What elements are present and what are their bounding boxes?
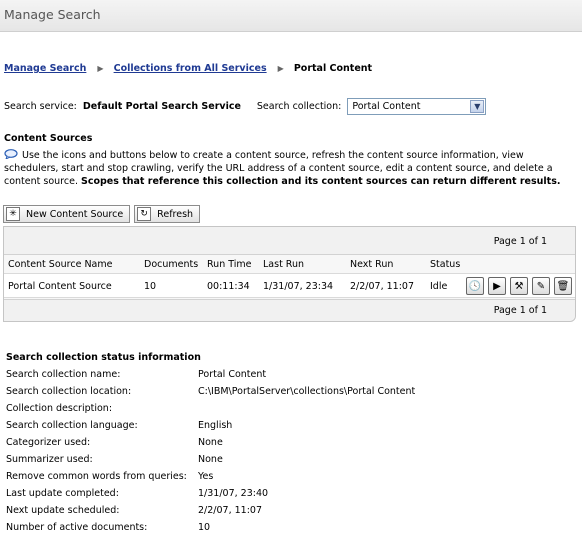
wrench-icon[interactable]: ⚒ — [510, 277, 528, 295]
title-bar: Manage Search — [0, 0, 582, 32]
toolbar: ✳ New Content Source ↻ Refresh — [3, 205, 201, 223]
info-key: Remove common words from queries: — [6, 471, 187, 482]
info-row: Remove common words from queries: Yes — [6, 468, 566, 485]
pager-top: Page 1 of 1 — [4, 227, 575, 255]
clock-icon[interactable]: 🕓 — [466, 277, 484, 295]
column-header-last-run: Last Run — [263, 259, 305, 270]
cell-documents: 10 — [144, 281, 157, 292]
breadcrumb-link-collections[interactable]: Collections from All Services — [114, 63, 267, 74]
search-collection-selected: Portal Content — [352, 100, 421, 112]
refresh-label: Refresh — [157, 208, 194, 220]
info-key: Collection description: — [6, 403, 113, 414]
info-row: Search collection language: English — [6, 417, 566, 434]
new-content-source-button[interactable]: ✳ New Content Source — [3, 205, 131, 223]
info-row: Next update scheduled: 2/2/07, 11:07 — [6, 502, 566, 519]
new-content-source-label: New Content Source — [26, 208, 124, 220]
search-service-value: Default Portal Search Service — [82, 100, 241, 112]
window-title: Manage Search — [4, 7, 101, 22]
status-info-list: Search collection name: Portal Content Se… — [6, 366, 566, 536]
breadcrumb-separator-icon: ▶ — [97, 64, 104, 73]
info-value: English — [198, 420, 233, 431]
column-header-next-run: Next Run — [350, 259, 394, 270]
info-value: Portal Content — [198, 369, 267, 380]
content-sources-title: Content Sources — [4, 133, 93, 144]
service-row: Search service: Default Portal Search Se… — [4, 97, 487, 115]
info-value: 2/2/07, 11:07 — [198, 505, 262, 516]
breadcrumb-link-manage-search[interactable]: Manage Search — [4, 63, 86, 74]
info-row: Summarizer used: None — [6, 451, 566, 468]
speech-bubble-icon — [4, 149, 18, 159]
trash-icon[interactable]: 🗑 — [554, 277, 572, 295]
info-row: Categorizer used: None — [6, 434, 566, 451]
refresh-button[interactable]: ↻ Refresh — [134, 205, 201, 223]
status-info-title: Search collection status information — [6, 352, 201, 363]
info-row: Number of active documents: 10 — [6, 519, 566, 536]
info-key: Last update completed: — [6, 488, 119, 499]
table-row: Portal Content Source 10 00:11:34 1/31/0… — [4, 273, 575, 298]
help-text-bold: Scopes that reference this collection an… — [81, 176, 561, 187]
info-row: Collection description: — [6, 400, 566, 417]
cell-status: Idle — [430, 281, 448, 292]
info-row: Search collection name: Portal Content — [6, 366, 566, 383]
info-row: Search collection location: C:\IBM\Portal… — [6, 383, 566, 400]
info-key: Search collection language: — [6, 420, 138, 431]
breadcrumb-current: Portal Content — [293, 63, 373, 74]
row-actions: 🕓 ▶ ⚒ ✎ 🗑 — [466, 277, 572, 295]
pager-bottom: Page 1 of 1 — [4, 299, 575, 321]
info-key: Next update scheduled: — [6, 505, 120, 516]
column-header-documents: Documents — [144, 259, 199, 270]
info-key: Summarizer used: — [6, 454, 93, 465]
content-sources-table: Page 1 of 1 Content Source Name Document… — [3, 226, 576, 322]
info-key: Number of active documents: — [6, 522, 148, 533]
chevron-down-icon[interactable]: ▼ — [470, 99, 485, 113]
column-header-run-time: Run Time — [207, 259, 252, 270]
cell-source-name: Portal Content Source — [8, 281, 112, 292]
info-value: None — [198, 454, 223, 465]
breadcrumb: Manage Search ▶ Collections from All Ser… — [4, 63, 372, 74]
edit-icon[interactable]: ✎ — [532, 277, 550, 295]
cell-last-run: 1/31/07, 23:34 — [263, 281, 334, 292]
info-value: None — [198, 437, 223, 448]
info-key: Search collection location: — [6, 386, 132, 397]
info-key: Categorizer used: — [6, 437, 91, 448]
cell-next-run: 2/2/07, 11:07 — [350, 281, 414, 292]
column-header-status: Status — [430, 259, 461, 270]
search-collection-select[interactable]: Portal Content ▼ — [347, 97, 487, 115]
play-icon[interactable]: ▶ — [488, 277, 506, 295]
info-value: 1/31/07, 23:40 — [198, 488, 269, 499]
breadcrumb-separator-icon: ▶ — [277, 64, 284, 73]
help-text: Use the icons and buttons below to creat… — [4, 149, 578, 188]
info-value: Yes — [198, 471, 214, 482]
refresh-icon: ↻ — [137, 207, 152, 221]
search-collection-label: Search collection: — [256, 100, 342, 112]
info-key: Search collection name: — [6, 369, 121, 380]
new-source-icon: ✳ — [6, 207, 20, 221]
info-value: C:\IBM\PortalServer\collections\Portal C… — [198, 386, 416, 397]
search-service-label: Search service: — [4, 100, 77, 112]
info-row: Last update completed: 1/31/07, 23:40 — [6, 485, 566, 502]
cell-run-time: 00:11:34 — [207, 281, 250, 292]
info-value: 10 — [198, 522, 211, 533]
pager-bottom-text: Page 1 of 1 — [493, 305, 547, 316]
pager-top-text: Page 1 of 1 — [493, 236, 547, 247]
column-header-name: Content Source Name — [8, 259, 113, 270]
